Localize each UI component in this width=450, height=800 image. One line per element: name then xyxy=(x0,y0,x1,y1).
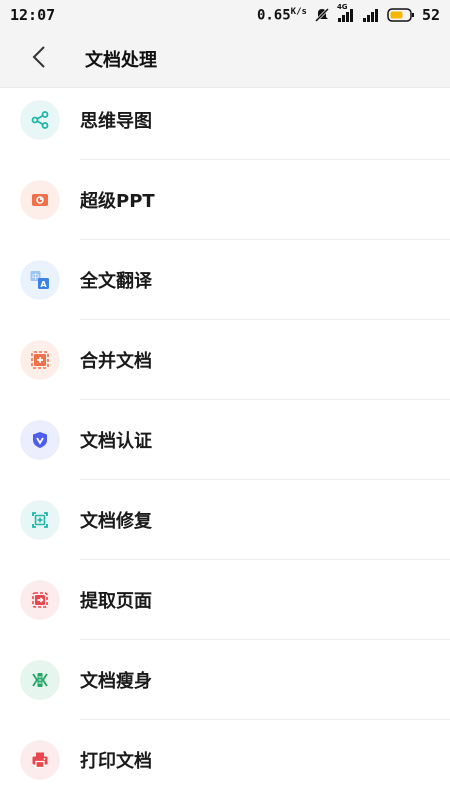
mindmap-icon xyxy=(20,100,60,140)
list-item-label: 文档认证 xyxy=(80,431,152,452)
list-item-repair[interactable]: 文档修复 xyxy=(0,480,450,560)
list-item-label: 文档修复 xyxy=(80,511,152,532)
list-item-compress[interactable]: 文档瘦身 xyxy=(0,640,450,720)
list-item-label: 思维导图 xyxy=(80,111,152,132)
battery-level: 52 xyxy=(421,6,440,24)
list-item-label: 提取页面 xyxy=(80,591,152,612)
compress-icon xyxy=(20,660,60,700)
svg-text:中: 中 xyxy=(32,272,39,281)
translate-icon: 中 A xyxy=(20,260,60,300)
list-item-label: 文档瘦身 xyxy=(80,671,152,692)
list-item-mindmap[interactable]: 思维导图 xyxy=(0,80,450,160)
mute-icon xyxy=(314,7,330,23)
merge-icon xyxy=(20,340,60,380)
list-item-label: 合并文档 xyxy=(80,351,152,372)
signal-icon-2 xyxy=(362,7,380,23)
page-title: 文档处理 xyxy=(85,49,157,71)
status-time: 12:07 xyxy=(10,6,56,24)
back-button[interactable] xyxy=(17,37,61,81)
svg-text:A: A xyxy=(40,280,47,289)
printer-icon xyxy=(20,740,60,780)
tool-list: 思维导图 超级PPT 中 A 全文翻译 合并文档 文档认证 文档修复 提取页面 … xyxy=(0,80,450,800)
status-icons: 0.65K/s 4G 52 xyxy=(256,3,440,24)
ppt-icon xyxy=(20,180,60,220)
list-item-label: 打印文档 xyxy=(80,751,152,772)
list-item-label: 超级PPT xyxy=(80,191,155,212)
repair-icon xyxy=(20,500,60,540)
chevron-left-icon xyxy=(32,45,46,73)
list-item-label: 全文翻译 xyxy=(80,271,152,292)
signal-icon: 4G xyxy=(337,3,355,23)
list-item-certify[interactable]: 文档认证 xyxy=(0,400,450,480)
list-item-translate[interactable]: 中 A 全文翻译 xyxy=(0,240,450,320)
battery-icon xyxy=(387,7,415,23)
list-item-merge[interactable]: 合并文档 xyxy=(0,320,450,400)
extract-page-icon xyxy=(20,580,60,620)
list-item-super-ppt[interactable]: 超级PPT xyxy=(0,160,450,240)
network-speed: 0.65K/s xyxy=(256,6,307,24)
list-item-print[interactable]: 打印文档 xyxy=(0,720,450,800)
status-bar: 12:07 0.65K/s 4G 52 xyxy=(0,0,450,30)
list-item-extract-page[interactable]: 提取页面 xyxy=(0,560,450,640)
shield-check-icon xyxy=(20,420,60,460)
